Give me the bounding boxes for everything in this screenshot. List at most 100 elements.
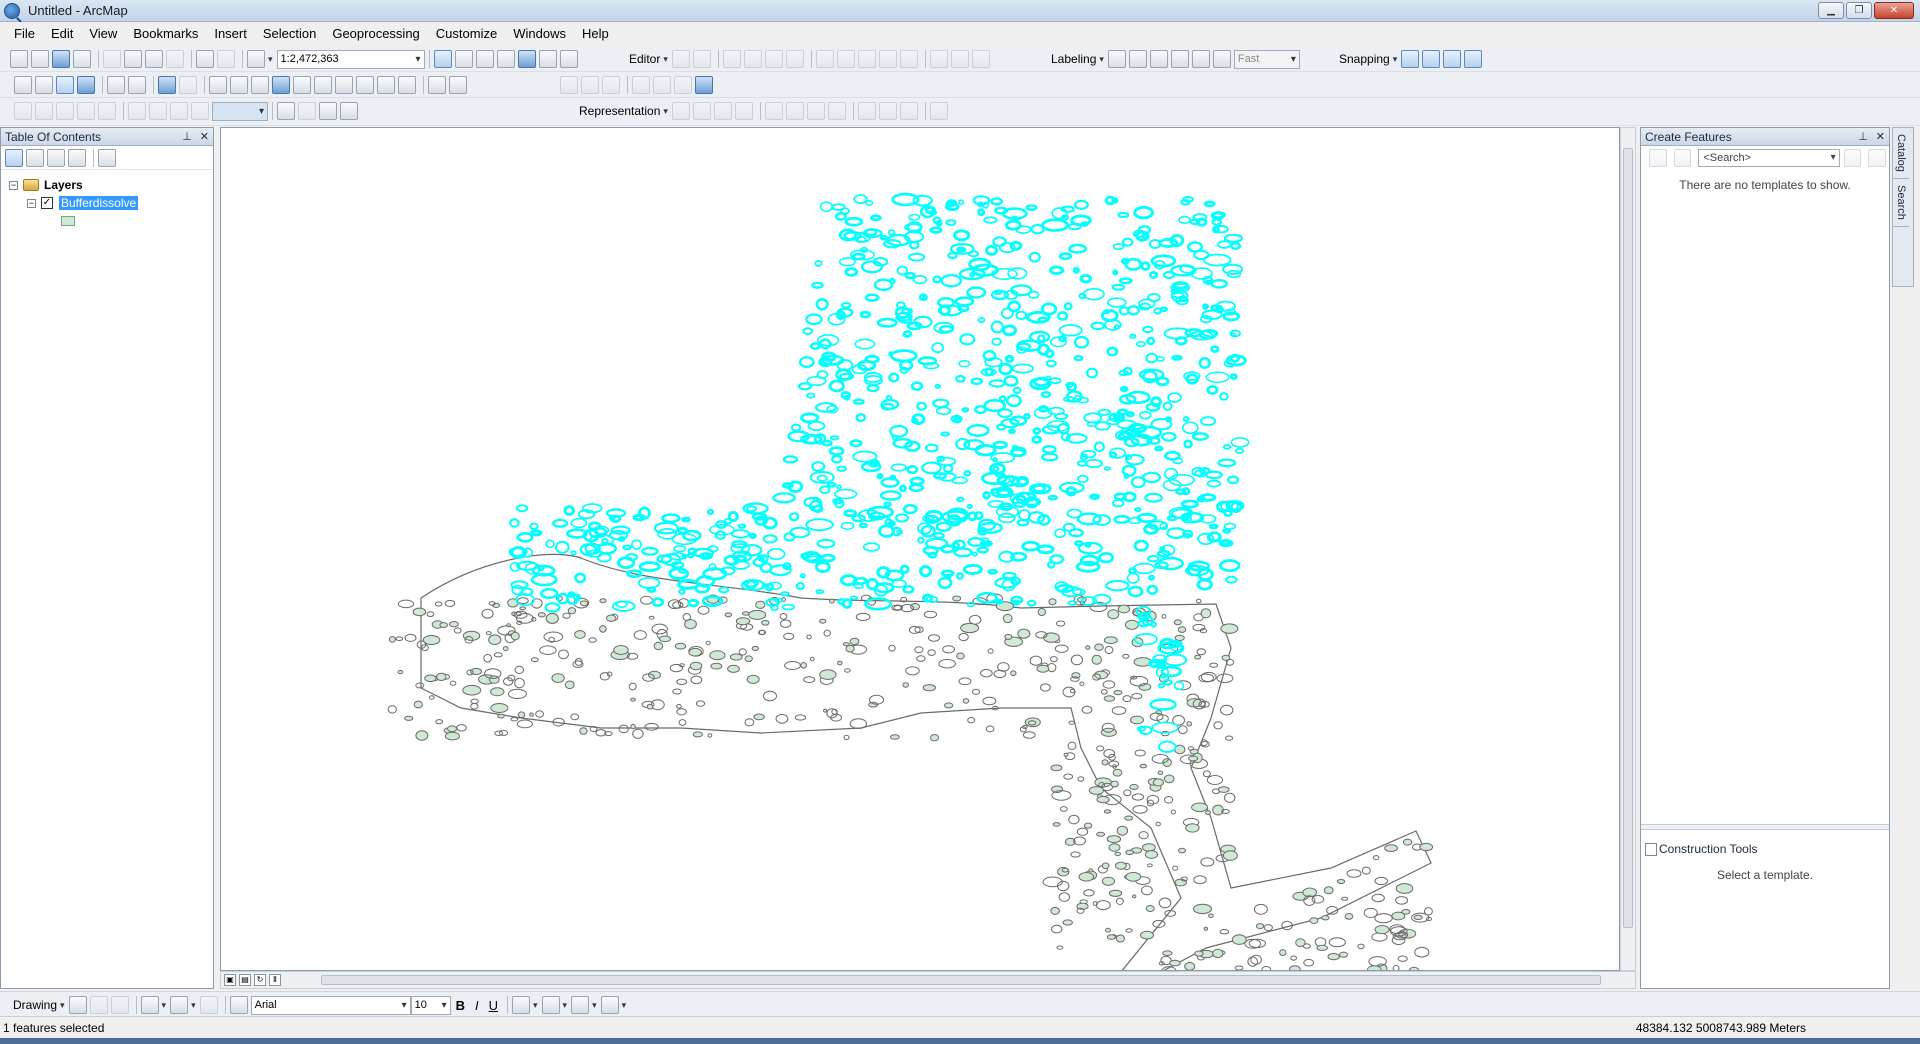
layers-root-row[interactable]: − Layers <box>9 176 213 194</box>
list-by-source-icon[interactable] <box>26 148 44 167</box>
refresh-view-button[interactable]: ↻ <box>254 974 266 986</box>
label-weight-icon[interactable] <box>1149 50 1168 68</box>
menu-windows[interactable]: Windows <box>505 22 574 46</box>
edit-vertices-drawing-icon[interactable] <box>199 996 218 1014</box>
identify-icon[interactable] <box>272 76 290 94</box>
collapse-layer-icon[interactable]: − <box>27 198 36 208</box>
label-manager-icon[interactable] <box>1107 50 1126 68</box>
search-icon[interactable] <box>1843 149 1862 167</box>
lock-labels-icon[interactable] <box>1170 50 1189 68</box>
list-by-visibility-icon[interactable] <box>47 148 65 167</box>
layer-visibility-checkbox[interactable]: ✓ <box>41 197 53 209</box>
font-size-combo[interactable]: 10 <box>410 995 451 1015</box>
map-horizontal-scrollbar[interactable]: ▣ ▤ ↻ Ⅱ <box>220 971 1636 989</box>
forward-extent-icon[interactable] <box>179 76 197 94</box>
editor-toolbar-icon[interactable] <box>433 50 452 68</box>
cf-close-icon[interactable]: ✕ <box>1876 128 1885 146</box>
label-priority-icon[interactable] <box>1128 50 1147 68</box>
zoom-in-icon[interactable] <box>14 76 32 94</box>
layer-row[interactable]: − ✓ Bufferdissolve <box>9 194 213 212</box>
zoom-out-icon[interactable] <box>35 76 53 94</box>
python-window-icon[interactable] <box>538 50 557 68</box>
hyperlink-icon[interactable] <box>293 76 311 94</box>
snapping-menu[interactable]: Snapping <box>1339 52 1390 66</box>
menu-customize[interactable]: Customize <box>428 22 505 46</box>
menu-bookmarks[interactable]: Bookmarks <box>125 22 206 46</box>
italic-button[interactable]: I <box>475 998 479 1013</box>
toc-window-icon[interactable] <box>454 50 473 68</box>
catalog-window-icon[interactable] <box>475 50 494 68</box>
filter-icon[interactable] <box>1649 149 1667 167</box>
change-layout-icon[interactable] <box>319 102 337 120</box>
add-data-icon[interactable] <box>247 50 265 68</box>
bold-button[interactable]: B <box>456 998 465 1013</box>
measure-icon[interactable] <box>335 76 353 94</box>
menu-edit[interactable]: Edit <box>43 22 81 46</box>
close-button[interactable]: ✕ <box>1874 2 1914 19</box>
delete-icon[interactable] <box>166 50 184 68</box>
menu-help[interactable]: Help <box>574 22 617 46</box>
font-color-icon[interactable] <box>512 996 531 1014</box>
drawing-menu[interactable]: Drawing <box>13 998 57 1012</box>
new-document-icon[interactable] <box>10 50 28 68</box>
panel-splitter[interactable] <box>1641 824 1889 830</box>
menu-insert[interactable]: Insert <box>206 22 255 46</box>
arctoolbox-icon[interactable] <box>517 50 536 68</box>
list-by-drawing-order-icon[interactable] <box>5 148 23 167</box>
underline-button[interactable]: U <box>489 998 498 1013</box>
cut-icon[interactable] <box>103 50 121 68</box>
cf-pin-icon[interactable]: ⊥ <box>1858 128 1868 146</box>
menu-file[interactable]: File <box>6 22 43 46</box>
time-slider-icon[interactable] <box>428 76 446 94</box>
viewer-window-icon[interactable] <box>449 76 467 94</box>
go-to-xy-icon[interactable] <box>398 76 416 94</box>
point-snapping-icon[interactable] <box>1401 50 1420 68</box>
full-extent-icon[interactable] <box>77 76 95 94</box>
vertical-scroll-thumb[interactable] <box>1623 148 1633 928</box>
horizontal-scroll-thumb[interactable] <box>321 975 1601 985</box>
model-builder-icon[interactable] <box>559 50 578 68</box>
data-driven-pages-icon[interactable] <box>340 102 358 120</box>
menu-geoprocessing[interactable]: Geoprocessing <box>324 22 427 46</box>
collapse-layers-icon[interactable]: − <box>9 180 18 190</box>
minimize-button[interactable]: ▁ <box>1818 2 1844 19</box>
zoom-to-elements-icon[interactable] <box>110 996 129 1014</box>
fixed-zoom-out-icon[interactable] <box>128 76 146 94</box>
select-elements-icon[interactable] <box>251 76 269 94</box>
list-by-selection-icon[interactable] <box>68 148 86 167</box>
redo-icon[interactable] <box>217 50 235 68</box>
map-canvas[interactable] <box>221 128 1620 971</box>
menu-view[interactable]: View <box>81 22 125 46</box>
find-route-icon[interactable] <box>377 76 395 94</box>
undo-icon[interactable] <box>196 50 214 68</box>
map-vertical-scrollbar[interactable] <box>1620 127 1636 971</box>
layout-view-button[interactable]: ▤ <box>239 974 251 986</box>
save-icon[interactable] <box>52 50 70 68</box>
select-elements-arrow-icon[interactable] <box>68 996 87 1014</box>
edge-snapping-icon[interactable] <box>1464 50 1483 68</box>
print-icon[interactable] <box>73 50 91 68</box>
text-icon[interactable] <box>170 996 189 1014</box>
menu-selection[interactable]: Selection <box>255 22 324 46</box>
search-window-icon[interactable] <box>496 50 515 68</box>
pin-icon[interactable]: ⊥ <box>182 128 192 146</box>
zoom-percent-combo[interactable] <box>212 101 268 121</box>
label-quality-combo[interactable]: Fast <box>1233 49 1300 69</box>
vertex-snapping-icon[interactable] <box>1443 50 1462 68</box>
select-features-icon[interactable] <box>209 76 227 94</box>
fixed-zoom-in-icon[interactable] <box>107 76 125 94</box>
map-scale-combo[interactable]: 1:2,472,363 <box>276 49 425 69</box>
paste-icon[interactable] <box>145 50 163 68</box>
map-view[interactable] <box>220 127 1620 971</box>
editor-menu[interactable]: Editor <box>629 52 660 66</box>
labeling-menu[interactable]: Labeling <box>1051 52 1096 66</box>
end-snapping-icon[interactable] <box>1422 50 1441 68</box>
line-color-icon[interactable] <box>571 996 590 1014</box>
catalog-tab[interactable]: Catalog <box>1893 128 1909 179</box>
toc-close-icon[interactable]: ✕ <box>200 128 209 146</box>
clear-search-icon[interactable] <box>1868 149 1887 167</box>
toggle-draft-icon[interactable] <box>277 102 295 120</box>
pause-labeling-icon[interactable] <box>1191 50 1210 68</box>
find-icon[interactable] <box>356 76 374 94</box>
restore-button[interactable]: ❐ <box>1846 2 1872 19</box>
